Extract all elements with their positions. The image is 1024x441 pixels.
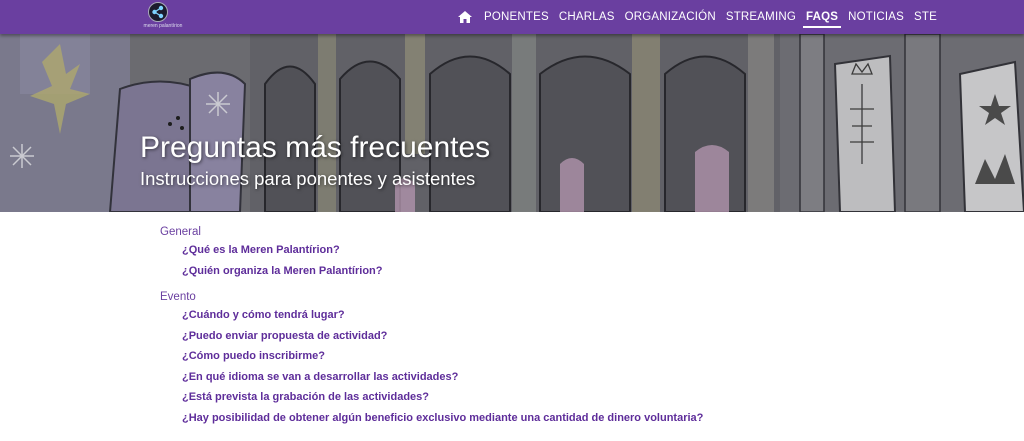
faq-link[interactable]: ¿Cuándo y cómo tendrá lugar? — [160, 305, 880, 326]
nav-faqs[interactable]: FAQS — [802, 0, 842, 34]
faq-link[interactable]: ¿Qué es la Meren Palantírion? — [160, 240, 880, 261]
nav-charlas[interactable]: CHARLAS — [559, 0, 615, 34]
nav-streaming[interactable]: STREAMING — [726, 0, 796, 34]
nav-ponentes[interactable]: PONENTES — [484, 0, 549, 34]
faq-link[interactable]: ¿Cómo puedo inscribirme? — [160, 346, 880, 367]
main-nav: PONENTES CHARLAS ORGANIZACIÓN STREAMING … — [454, 0, 947, 34]
nav-noticias[interactable]: NOTICIAS — [848, 0, 904, 34]
hero-banner: Preguntas más frecuentes Instrucciones p… — [0, 34, 1024, 212]
faq-link[interactable]: ¿Está prevista la grabación de las activ… — [160, 387, 880, 408]
faq-section-general-title: General — [160, 226, 201, 238]
faq-link[interactable]: ¿Hay posibilidad de obtener algún benefi… — [160, 408, 880, 429]
faq-link[interactable]: ¿Quién organiza la Meren Palantírion? — [160, 261, 880, 282]
page-title: Preguntas más frecuentes — [140, 131, 491, 164]
nav-ste[interactable]: STE — [914, 0, 937, 34]
top-navbar: meren palantírion PONENTES CHARLAS ORGAN… — [0, 0, 1024, 34]
logo-text: meren palantírion — [143, 23, 183, 29]
faq-link[interactable]: ¿En qué idioma se van a desarrollar las … — [160, 367, 880, 388]
page-subtitle: Instrucciones para ponentes y asistentes — [140, 168, 476, 189]
faq-section-evento-title: Evento — [160, 291, 196, 303]
site-logo[interactable]: meren palantírion — [143, 2, 183, 32]
nav-home-link[interactable] — [454, 0, 476, 34]
nav-organizacion[interactable]: ORGANIZACIÓN — [625, 0, 716, 34]
faq-index: General ¿Qué es la Meren Palantírion? ¿Q… — [160, 224, 880, 428]
share-network-icon — [148, 2, 168, 22]
faq-link[interactable]: ¿Puedo enviar propuesta de actividad? — [160, 326, 880, 347]
home-icon — [458, 11, 472, 23]
